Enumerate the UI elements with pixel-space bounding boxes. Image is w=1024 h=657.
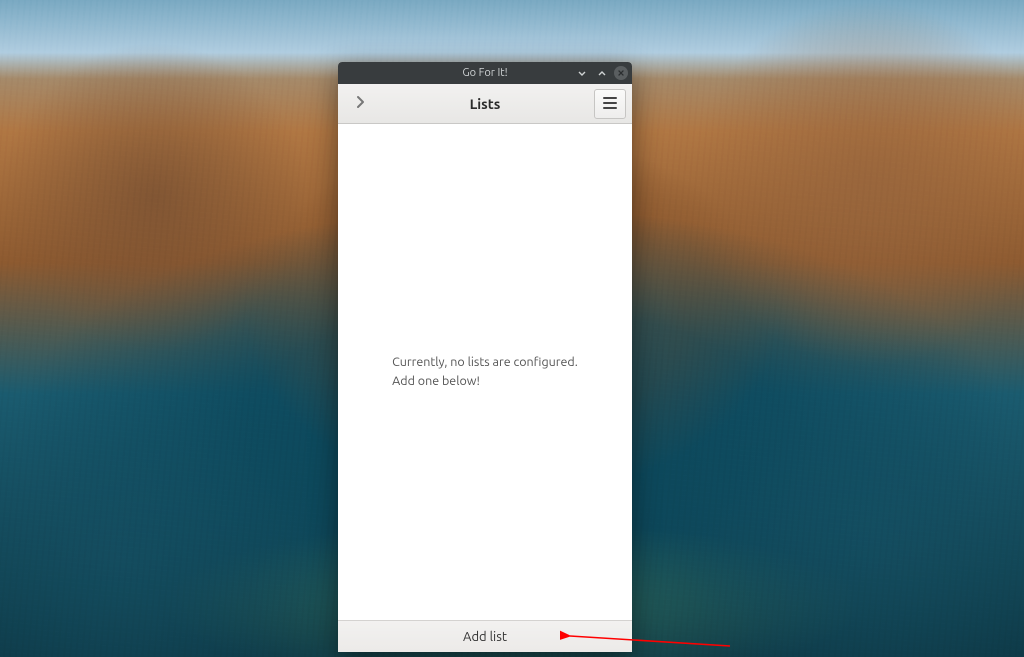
menu-button[interactable] [594,89,626,119]
window-controls [574,62,628,84]
maximize-button[interactable] [594,65,610,81]
empty-state-line2: Add one below! [392,372,578,391]
header-bar: Lists [338,84,632,124]
add-list-label: Add list [463,630,507,644]
window-title: Go For It! [462,67,507,79]
header-title: Lists [376,96,594,112]
close-button[interactable] [614,66,628,80]
chevron-right-icon [353,95,367,113]
empty-state-message: Currently, no lists are configured. Add … [392,353,578,391]
minimize-button[interactable] [574,65,590,81]
empty-state-line1: Currently, no lists are configured. [392,353,578,372]
main-content: Currently, no lists are configured. Add … [338,124,632,620]
add-list-button[interactable]: Add list [338,620,632,652]
hamburger-icon [603,95,617,113]
window-titlebar[interactable]: Go For It! [338,62,632,84]
app-window: Go For It! Lists Currently [338,62,632,652]
back-button[interactable] [344,89,376,119]
